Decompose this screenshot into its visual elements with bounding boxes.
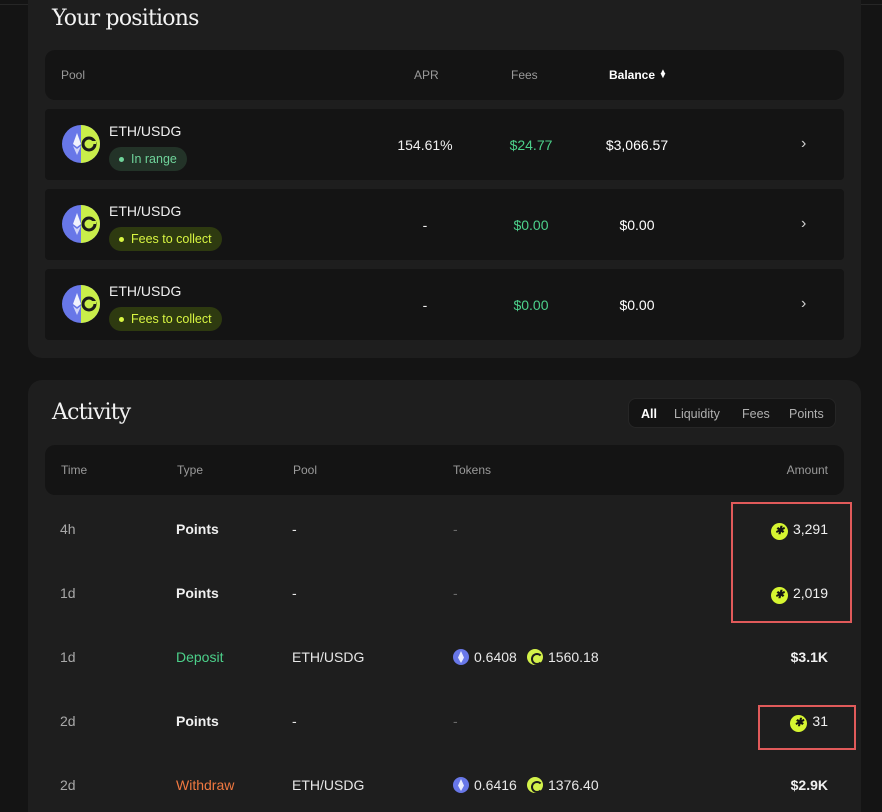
chevron-right-icon[interactable]: › (801, 215, 806, 233)
positions-title: Your positions (52, 6, 199, 31)
status-badge: In range (109, 147, 187, 171)
apr-value: - (422, 217, 428, 233)
positions-table-header: Pool APR Fees Balance ▲ ▼ (45, 50, 844, 100)
header-balance-label: Balance (609, 68, 656, 82)
position-row[interactable]: ETH/USDG Fees to collect - $0.00 $0.00 › (45, 189, 844, 260)
activity-row[interactable]: 2d Withdraw ETH/USDG 0.6416 1376.40 $2.9… (28, 755, 861, 812)
filter-tab-liquidity[interactable]: Liquidity (674, 407, 720, 421)
position-row[interactable]: ETH/USDG Fees to collect - $0.00 $0.00 › (45, 269, 844, 340)
status-badge: Fees to collect (109, 227, 222, 251)
activity-pool: ETH/USDG (292, 649, 365, 665)
fees-value: $0.00 (513, 217, 549, 233)
activity-tokens: - (453, 713, 458, 729)
highlight-box (758, 705, 856, 750)
balance-value: $3,066.57 (605, 137, 669, 153)
positions-card: Your positions Pool APR Fees Balance ▲ ▼ E… (28, 0, 861, 358)
activity-type: Points (176, 713, 219, 729)
status-badge: Fees to collect (109, 307, 222, 331)
usdg-amount: 1376.40 (548, 777, 599, 793)
activity-row[interactable]: 2d Points - - ✱ 31 (28, 691, 861, 755)
apr-value: 154.61% (397, 137, 453, 153)
activity-pool: - (292, 585, 297, 601)
header-balance-sort[interactable]: Balance ▲ ▼ (609, 67, 667, 83)
eth-amount: 0.6408 (474, 649, 517, 665)
usdg-amount: 1560.18 (548, 649, 599, 665)
fees-value: $24.77 (509, 137, 553, 153)
activity-filter-tabs: All Liquidity Fees Points (628, 398, 836, 428)
header-pool: Pool (293, 463, 318, 477)
eth-usdg-pair-icon (62, 285, 100, 323)
header-time: Time (61, 463, 88, 477)
eth-amount: 0.6416 (474, 777, 517, 793)
eth-token-icon (453, 649, 469, 665)
header-type: Type (177, 463, 204, 477)
position-row[interactable]: ETH/USDG In range 154.61% $24.77 $3,066.… (45, 109, 844, 180)
activity-pool: - (292, 521, 297, 537)
highlight-box (731, 502, 852, 623)
activity-amount: $3.1K (790, 649, 828, 665)
activity-row[interactable]: 1d Deposit ETH/USDG 0.6408 1560.18 $3.1K (28, 627, 861, 691)
pair-name: ETH/USDG (109, 283, 182, 299)
eth-token-icon (453, 777, 469, 793)
header-pool: Pool (61, 68, 86, 82)
activity-title: Activity (52, 400, 131, 425)
activity-time: 4h (60, 521, 76, 537)
fees-value: $0.00 (513, 297, 549, 313)
pair-name: ETH/USDG (109, 203, 182, 219)
chevron-right-icon[interactable]: › (801, 295, 806, 313)
filter-tab-all[interactable]: All (641, 407, 657, 421)
activity-table-header: Time Type Pool Tokens Amount (45, 445, 844, 495)
chevron-right-icon[interactable]: › (801, 135, 806, 153)
balance-value: $0.00 (619, 297, 655, 313)
eth-token-amount: 0.6416 (453, 777, 517, 793)
pair-name: ETH/USDG (109, 123, 182, 139)
header-apr: APR (414, 68, 439, 82)
eth-usdg-pair-icon (62, 125, 100, 163)
activity-time: 2d (60, 713, 76, 729)
header-amount: Amount (786, 463, 828, 477)
activity-tokens: - (453, 585, 458, 601)
activity-amount: $2.9K (790, 777, 828, 793)
activity-type: Withdraw (176, 777, 235, 793)
header-fees: Fees (511, 68, 538, 82)
usdg-token-icon (527, 649, 543, 665)
activity-time: 1d (60, 649, 76, 665)
activity-pool: - (292, 713, 297, 729)
filter-tab-fees[interactable]: Fees (742, 407, 770, 421)
activity-time: 1d (60, 585, 76, 601)
filter-tab-points[interactable]: Points (789, 407, 824, 421)
activity-type: Points (176, 521, 219, 537)
header-tokens: Tokens (453, 463, 492, 477)
activity-pool: ETH/USDG (292, 777, 365, 793)
usdg-token-amount: 1560.18 (527, 649, 599, 665)
activity-type: Points (176, 585, 219, 601)
usdg-token-icon (527, 777, 543, 793)
usdg-token-amount: 1376.40 (527, 777, 599, 793)
eth-token-amount: 0.6408 (453, 649, 517, 665)
activity-tokens: - (453, 521, 458, 537)
activity-type: Deposit (176, 649, 224, 665)
sort-icon: ▲ ▼ (659, 67, 667, 80)
eth-usdg-pair-icon (62, 205, 100, 243)
apr-value: - (422, 297, 428, 313)
balance-value: $0.00 (619, 217, 655, 233)
activity-time: 2d (60, 777, 76, 793)
